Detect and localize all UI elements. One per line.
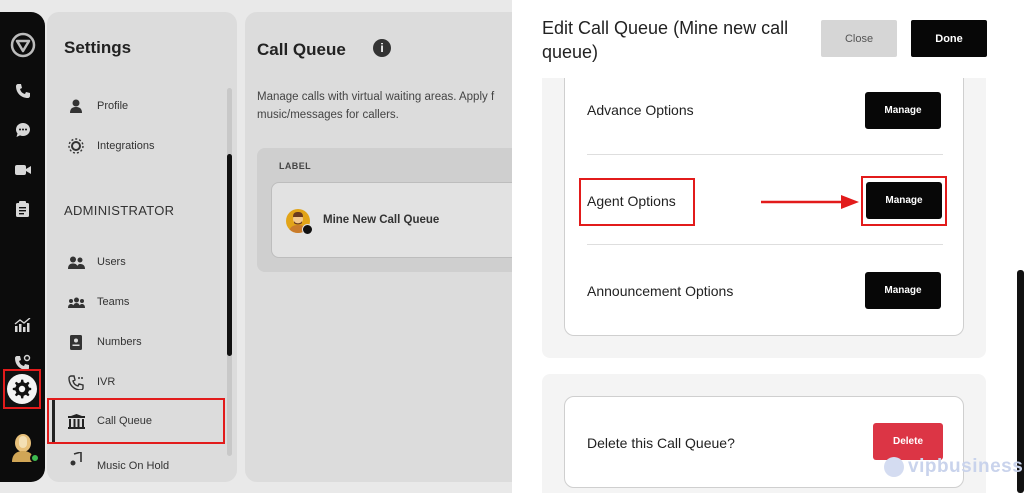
ivr-icon: [67, 373, 85, 391]
nav-item-label: Music On Hold: [97, 460, 170, 470]
settings-title: Settings: [64, 38, 132, 57]
panel-title: Edit Call Queue (Mine new call queue): [542, 18, 789, 62]
announcement-options-manage-button[interactable]: Manage: [865, 272, 941, 309]
icon-rail: [0, 12, 45, 482]
teams-icon: [67, 293, 85, 311]
watermark-text: vipbusiness: [908, 456, 1024, 477]
divider: [587, 244, 943, 245]
status-dot: [302, 224, 313, 235]
queue-name: Mine New Call Queue: [323, 214, 440, 226]
gear-icon: [12, 379, 32, 399]
nav-item-users[interactable]: Users: [67, 251, 126, 273]
settings-scroll-thumb[interactable]: [227, 154, 232, 356]
info-icon[interactable]: i: [373, 39, 391, 57]
announcement-options-label: Announcement Options: [587, 283, 734, 299]
nav-item-label: Numbers: [97, 336, 142, 348]
page-description: Manage calls with virtual waiting areas.…: [257, 91, 495, 121]
administrator-heading: ADMINISTRATOR: [64, 203, 175, 218]
arrow-annotation: [761, 195, 859, 209]
online-status-dot: [30, 453, 40, 463]
column-header-label: LABEL: [279, 161, 311, 171]
notes-icon[interactable]: [0, 196, 45, 222]
call-queue-page: Call Queue i Manage calls with virtual w…: [245, 12, 545, 482]
done-button[interactable]: Done: [911, 20, 987, 57]
watermark: vipbusiness: [884, 456, 1023, 478]
integrations-icon: [67, 137, 85, 155]
video-icon[interactable]: [0, 157, 45, 183]
close-button[interactable]: Close: [821, 20, 897, 57]
nav-item-numbers[interactable]: Numbers: [67, 331, 142, 353]
analytics-icon[interactable]: [0, 312, 45, 338]
nav-item-teams[interactable]: Teams: [67, 291, 129, 313]
edit-call-queue-panel: Advance Options Manage Agent Options Man…: [512, 0, 1024, 493]
agent-options-manage-button[interactable]: Manage: [866, 182, 942, 219]
nav-item-label: Integrations: [97, 140, 155, 152]
chat-icon[interactable]: [0, 117, 45, 143]
agent-options-label: Agent Options: [587, 193, 676, 209]
call-queue-table: LABEL Mine New Call Queue: [257, 148, 531, 272]
settings-gear-button[interactable]: [3, 369, 41, 409]
options-card: Advance Options Manage Agent Options Man…: [564, 78, 964, 336]
table-row[interactable]: Mine New Call Queue: [271, 182, 531, 258]
nav-item-profile[interactable]: Profile: [67, 95, 128, 117]
advance-options-label: Advance Options: [587, 102, 694, 118]
numbers-icon: [67, 333, 85, 351]
nav-item-label: Users: [97, 256, 126, 268]
phone-icon[interactable]: [0, 78, 45, 104]
nav-item-label: IVR: [97, 376, 116, 388]
person-icon: [67, 97, 85, 115]
music-icon: [67, 450, 85, 468]
nav-item-ivr[interactable]: IVR: [67, 371, 115, 393]
panel-header: Edit Call Queue (Mine new call queue) Cl…: [512, 0, 1024, 78]
delete-button[interactable]: Delete: [873, 423, 943, 460]
advance-options-manage-button[interactable]: Manage: [865, 92, 941, 129]
options-section: Advance Options Manage Agent Options Man…: [542, 78, 986, 358]
watermark-logo-icon: [884, 457, 904, 477]
divider: [587, 154, 943, 155]
page-title: Call Queue: [257, 40, 346, 59]
call-queue-highlight: [47, 398, 225, 444]
logo-icon[interactable]: [0, 32, 45, 58]
delete-label: Delete this Call Queue?: [587, 435, 735, 451]
nav-item-music-on-hold[interactable]: Music On Hold: [67, 450, 169, 470]
nav-item-label: Profile: [97, 100, 129, 112]
nav-item-integrations[interactable]: Integrations: [67, 135, 154, 157]
nav-item-label: Teams: [97, 296, 130, 308]
users-icon: [67, 253, 85, 271]
